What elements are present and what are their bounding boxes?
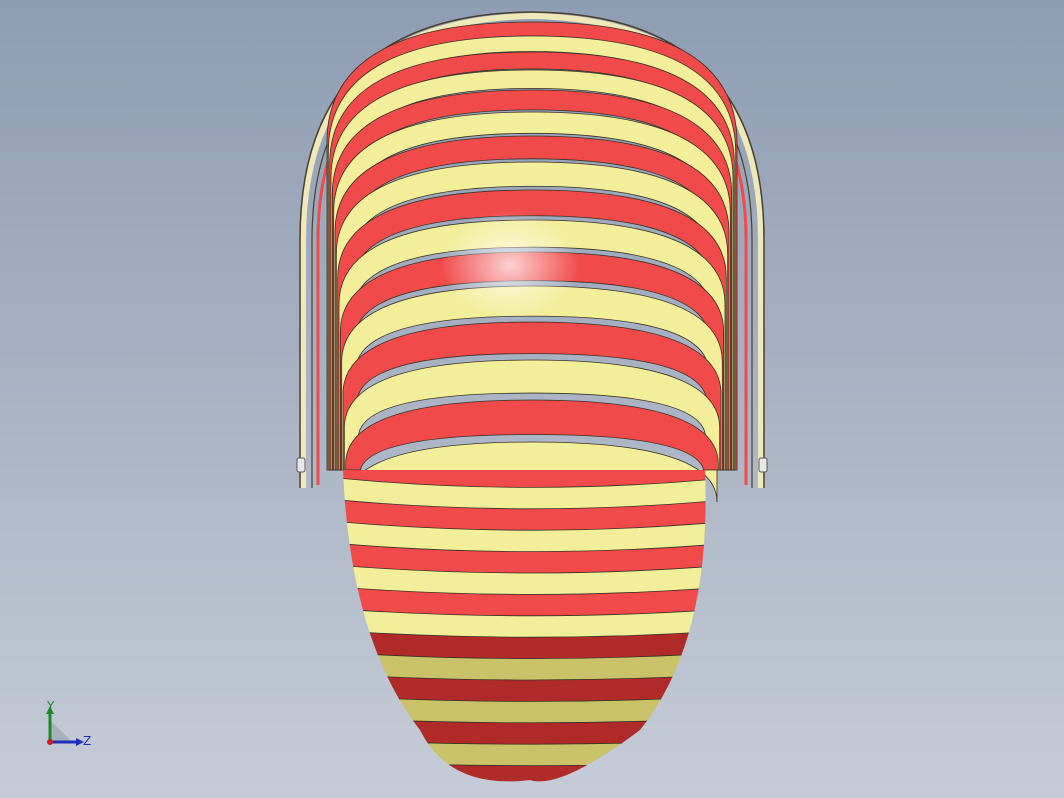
lower-bands <box>343 470 706 782</box>
specular-highlight <box>440 210 580 320</box>
coordinate-triad: Y Z <box>38 698 108 758</box>
pivot-pin-left <box>296 457 306 473</box>
graphics-viewport[interactable]: Y Z <box>0 0 1064 798</box>
axis-y-label: Y <box>47 699 55 713</box>
3d-model[interactable] <box>0 0 1064 798</box>
pivot-pin-right <box>758 457 768 473</box>
axis-z-label: Z <box>83 734 92 748</box>
